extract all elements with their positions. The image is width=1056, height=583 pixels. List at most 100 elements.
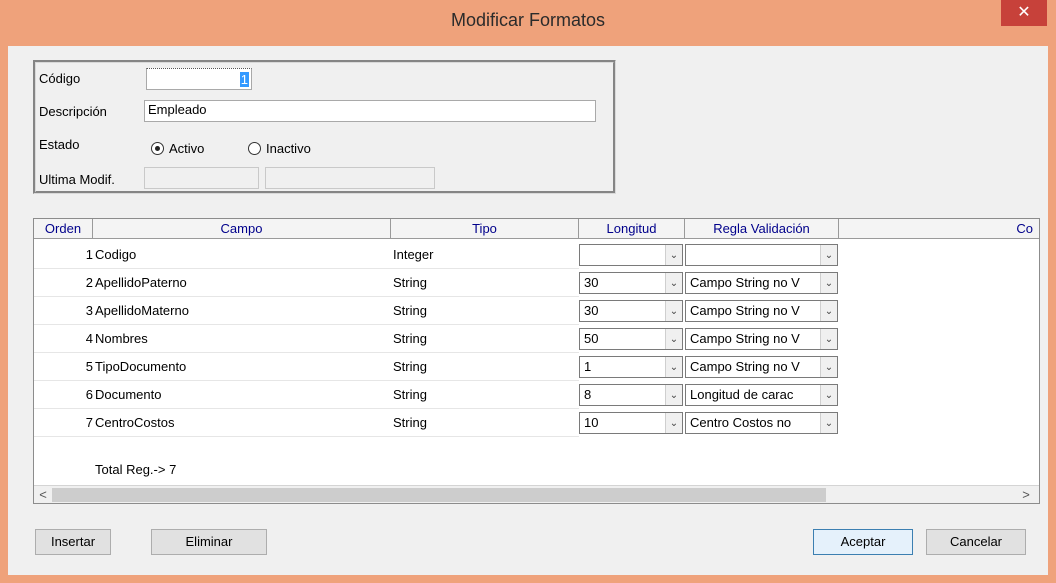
column-header-co[interactable]: Co [839, 219, 1039, 239]
longitud-value: 30 [584, 303, 599, 318]
close-icon: ✕ [1017, 4, 1031, 21]
regla-dropdown[interactable]: Campo String no V ⌄ [685, 356, 838, 378]
longitud-dropdown[interactable]: 50 ⌄ [579, 328, 683, 350]
tipo-cell: String [391, 409, 579, 437]
chevron-down-icon[interactable]: ⌄ [820, 329, 837, 349]
chevron-down-icon[interactable]: ⌄ [665, 301, 682, 321]
scroll-right-icon[interactable]: > [1017, 486, 1035, 503]
table-row[interactable]: 2 ApellidoPaterno String 30 ⌄ Campo Strin… [34, 269, 1039, 297]
dialog-body: Código 1 Descripción Empleado Estado Act… [8, 46, 1048, 575]
estado-activo-radio[interactable]: Activo [151, 141, 204, 156]
campo-cell: Nombres [95, 325, 391, 353]
grid-header: Orden Campo Tipo Longitud Regla Validaci… [34, 219, 1039, 240]
orden-cell: 1 [34, 241, 95, 269]
window-title: Modificar Formatos [450, 10, 606, 30]
longitud-value: 1 [584, 359, 592, 374]
chevron-down-icon[interactable]: ⌄ [665, 413, 682, 433]
table-row[interactable]: 6 Documento String 8 ⌄ Longitud de carac ⌄ [34, 381, 1039, 409]
column-header-tipo[interactable]: Tipo [391, 219, 579, 239]
table-row[interactable]: 1 Codigo Integer ⌄ ⌄ [34, 241, 1039, 269]
close-button[interactable]: ✕ [1001, 0, 1047, 26]
chevron-down-icon[interactable]: ⌄ [820, 385, 837, 405]
table-row[interactable]: 4 Nombres String 50 ⌄ Campo String no V ⌄ [34, 325, 1039, 353]
column-header-campo[interactable]: Campo [93, 219, 391, 239]
chevron-down-icon[interactable]: ⌄ [665, 273, 682, 293]
eliminar-button[interactable]: Eliminar [151, 529, 267, 555]
longitud-dropdown[interactable]: 1 ⌄ [579, 356, 683, 378]
format-details-group: Código 1 Descripción Empleado Estado Act… [33, 60, 616, 194]
longitud-dropdown[interactable]: ⌄ [579, 244, 683, 266]
regla-value: Campo String no V [690, 359, 800, 374]
total-records-label: Total Reg.-> 7 [95, 462, 177, 477]
chevron-down-icon[interactable]: ⌄ [820, 357, 837, 377]
campo-cell: Documento [95, 381, 391, 409]
regla-value: Campo String no V [690, 275, 800, 290]
ultima-modif-date-field [144, 167, 259, 189]
radio-selected-icon [151, 142, 164, 155]
estado-inactivo-radio[interactable]: Inactivo [248, 141, 311, 156]
column-header-regla[interactable]: Regla Validación [685, 219, 839, 239]
regla-value: Longitud de carac [690, 387, 794, 402]
tipo-cell: String [391, 297, 579, 325]
chevron-down-icon[interactable]: ⌄ [665, 245, 682, 265]
aceptar-button[interactable]: Aceptar [813, 529, 913, 555]
insertar-button[interactable]: Insertar [35, 529, 111, 555]
tipo-cell: String [391, 381, 579, 409]
activo-label: Activo [169, 141, 205, 156]
campo-cell: ApellidoPaterno [95, 269, 391, 297]
chevron-down-icon[interactable]: ⌄ [665, 385, 682, 405]
longitud-dropdown[interactable]: 8 ⌄ [579, 384, 683, 406]
chevron-down-icon[interactable]: ⌄ [820, 273, 837, 293]
campo-cell: ApellidoMaterno [95, 297, 391, 325]
longitud-dropdown[interactable]: 10 ⌄ [579, 412, 683, 434]
regla-dropdown[interactable]: Campo String no V ⌄ [685, 300, 838, 322]
horizontal-scrollbar[interactable]: < > [34, 485, 1039, 503]
codigo-value: 1 [239, 72, 249, 87]
orden-cell: 3 [34, 297, 95, 325]
longitud-dropdown[interactable]: 30 ⌄ [579, 300, 683, 322]
table-row[interactable]: 5 TipoDocumento String 1 ⌄ Campo String n… [34, 353, 1039, 381]
campo-cell: TipoDocumento [95, 353, 391, 381]
chevron-down-icon[interactable]: ⌄ [665, 329, 682, 349]
tipo-cell: Integer [391, 241, 579, 269]
chevron-down-icon[interactable]: ⌄ [820, 413, 837, 433]
chevron-down-icon[interactable]: ⌄ [820, 245, 837, 265]
tipo-cell: String [391, 353, 579, 381]
descripcion-label: Descripción [39, 104, 107, 119]
table-row[interactable]: 3 ApellidoMaterno String 30 ⌄ Campo Strin… [34, 297, 1039, 325]
orden-cell: 7 [34, 409, 95, 437]
regla-dropdown[interactable]: Campo String no V ⌄ [685, 272, 838, 294]
table-row[interactable]: 7 CentroCostos String 10 ⌄ Centro Costos … [34, 409, 1039, 437]
tipo-cell: String [391, 269, 579, 297]
campo-cell: CentroCostos [95, 409, 391, 437]
orden-cell: 4 [34, 325, 95, 353]
longitud-value: 10 [584, 415, 599, 430]
title-bar: Modificar Formatos ✕ [0, 0, 1056, 42]
codigo-field[interactable]: 1 [146, 68, 252, 90]
cancelar-button[interactable]: Cancelar [926, 529, 1026, 555]
inactivo-label: Inactivo [266, 141, 311, 156]
longitud-dropdown[interactable]: 30 ⌄ [579, 272, 683, 294]
chevron-down-icon[interactable]: ⌄ [665, 357, 682, 377]
orden-cell: 2 [34, 269, 95, 297]
column-header-orden[interactable]: Orden [34, 219, 93, 239]
fields-grid[interactable]: Orden Campo Tipo Longitud Regla Validaci… [33, 218, 1040, 504]
column-header-longitud[interactable]: Longitud [579, 219, 685, 239]
scroll-left-icon[interactable]: < [34, 486, 52, 503]
radio-unselected-icon [248, 142, 261, 155]
scrollbar-thumb[interactable] [52, 488, 826, 502]
regla-value: Campo String no V [690, 303, 800, 318]
regla-value: Centro Costos no [690, 415, 792, 430]
regla-dropdown[interactable]: Centro Costos no ⌄ [685, 412, 838, 434]
campo-cell: Codigo [95, 241, 391, 269]
regla-dropdown[interactable]: Longitud de carac ⌄ [685, 384, 838, 406]
longitud-value: 8 [584, 387, 592, 402]
orden-cell: 5 [34, 353, 95, 381]
regla-dropdown[interactable]: ⌄ [685, 244, 838, 266]
regla-value: Campo String no V [690, 331, 800, 346]
codigo-label: Código [39, 71, 81, 86]
chevron-down-icon[interactable]: ⌄ [820, 301, 837, 321]
descripcion-field[interactable]: Empleado [144, 100, 596, 122]
regla-dropdown[interactable]: Campo String no V ⌄ [685, 328, 838, 350]
longitud-value: 30 [584, 275, 599, 290]
